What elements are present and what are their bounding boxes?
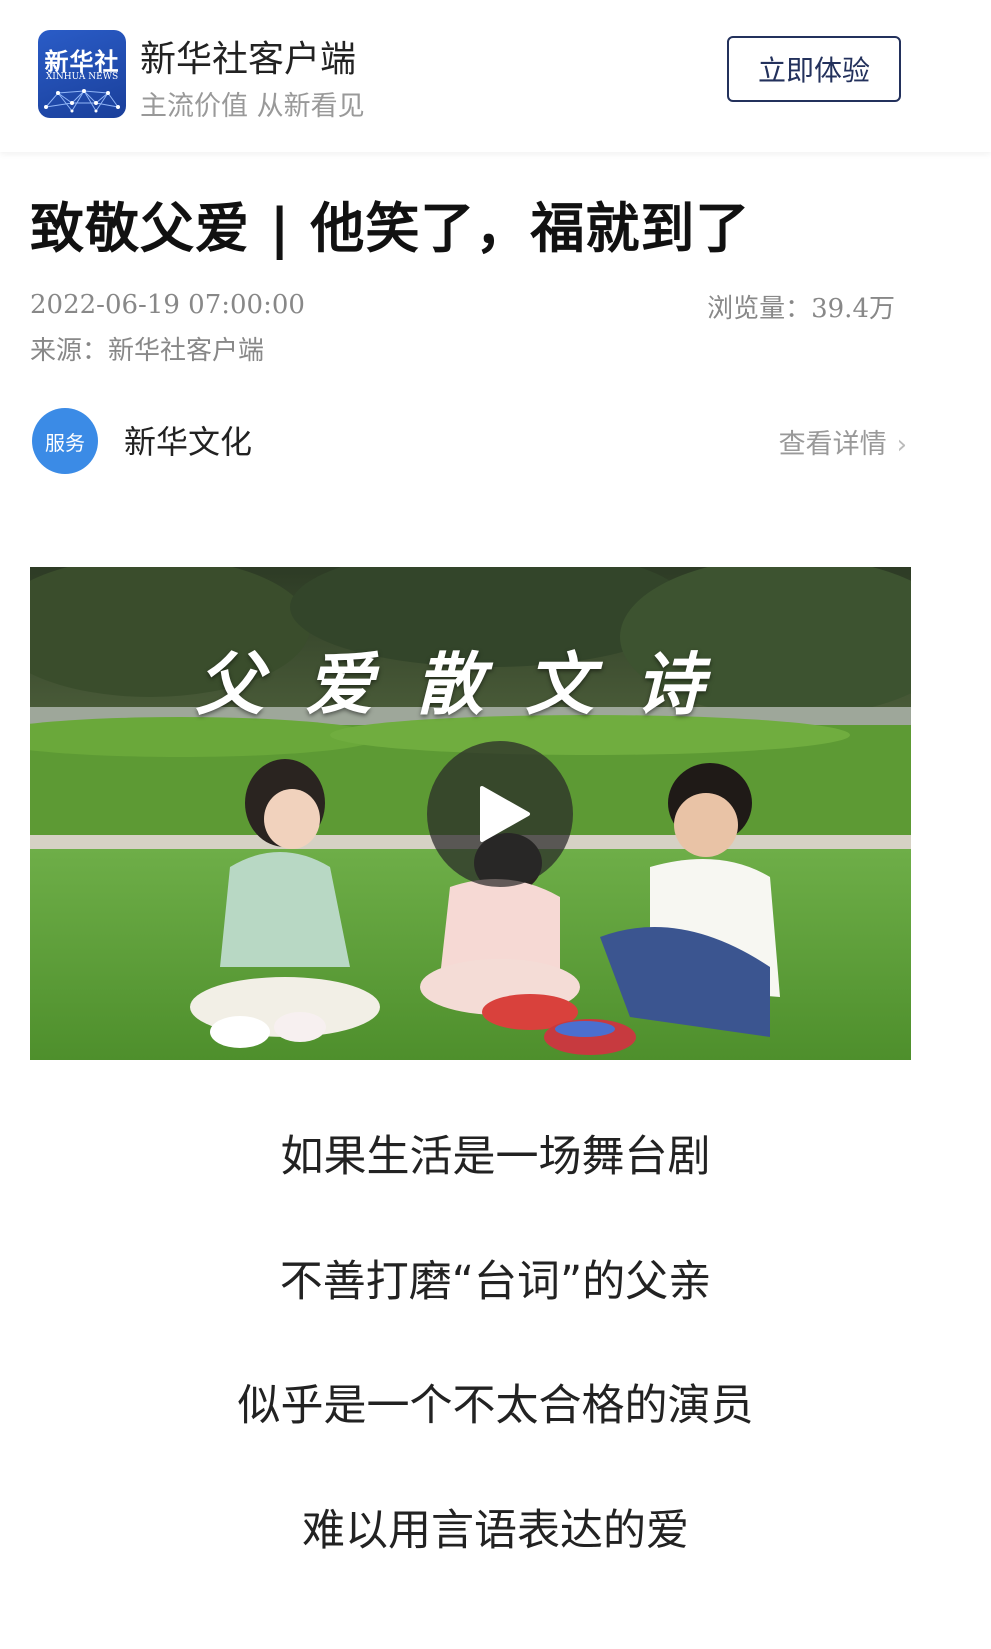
video-title-overlay: 父爱散文诗 (195, 646, 746, 725)
article-title: 致敬父爱 | 他笑了，福就到了 (30, 197, 751, 260)
chevron-right-icon: › (896, 430, 907, 460)
app-slogan: 主流价值 从新看见 (140, 91, 365, 122)
poem-line: 难以用言语表达的爱 (302, 1506, 689, 1556)
app-name: 新华社客户端 (140, 39, 357, 80)
poem-line: 如果生活是一场舞台剧 (280, 1132, 711, 1182)
video-player[interactable]: 父爱散文诗 (30, 567, 911, 1060)
xinhua-logo[interactable]: 新华社 XINHUA NEWS (38, 30, 126, 118)
view-details-link[interactable]: 查看详情 › (779, 422, 907, 461)
poem-line: 似乎是一个不太合格的演员 (237, 1381, 754, 1431)
app-download-banner: 新华社 XINHUA NEWS 新华社客户端 主流价值 从新看见 立即体验 (0, 0, 991, 152)
play-icon (480, 786, 530, 842)
network-globe-icon (44, 89, 120, 113)
play-button[interactable] (427, 741, 573, 887)
view-count: 浏览量：39.4万 (707, 288, 895, 325)
view-details-label: 查看详情 (778, 429, 887, 460)
service-name[interactable]: 新华文化 (124, 417, 252, 463)
article-source: 来源：新华社客户端 (30, 336, 265, 366)
service-badge: 服务 (32, 408, 98, 474)
logo-english-text: XINHUA NEWS (45, 72, 119, 82)
view-count-label: 浏览量： (707, 294, 812, 324)
view-count-value: 39.4万 (811, 294, 895, 324)
poem-line: 不善打磨“台词”的父亲 (279, 1257, 712, 1307)
publish-datetime: 2022-06-19 07:00:00 (30, 290, 305, 320)
try-now-button[interactable]: 立即体验 (727, 36, 901, 102)
